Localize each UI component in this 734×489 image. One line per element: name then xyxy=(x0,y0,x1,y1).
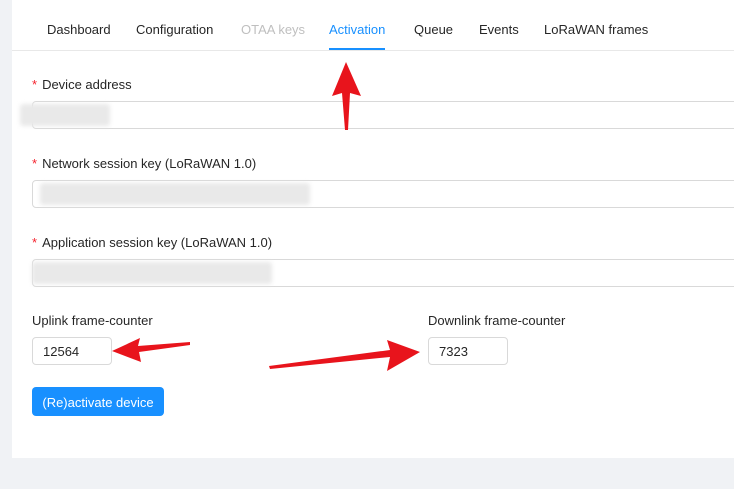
annotation-arrow-up xyxy=(332,62,361,130)
annotation-arrow-right xyxy=(269,340,420,371)
annotation-arrow-left xyxy=(112,338,190,362)
annotation-arrows xyxy=(112,62,420,371)
